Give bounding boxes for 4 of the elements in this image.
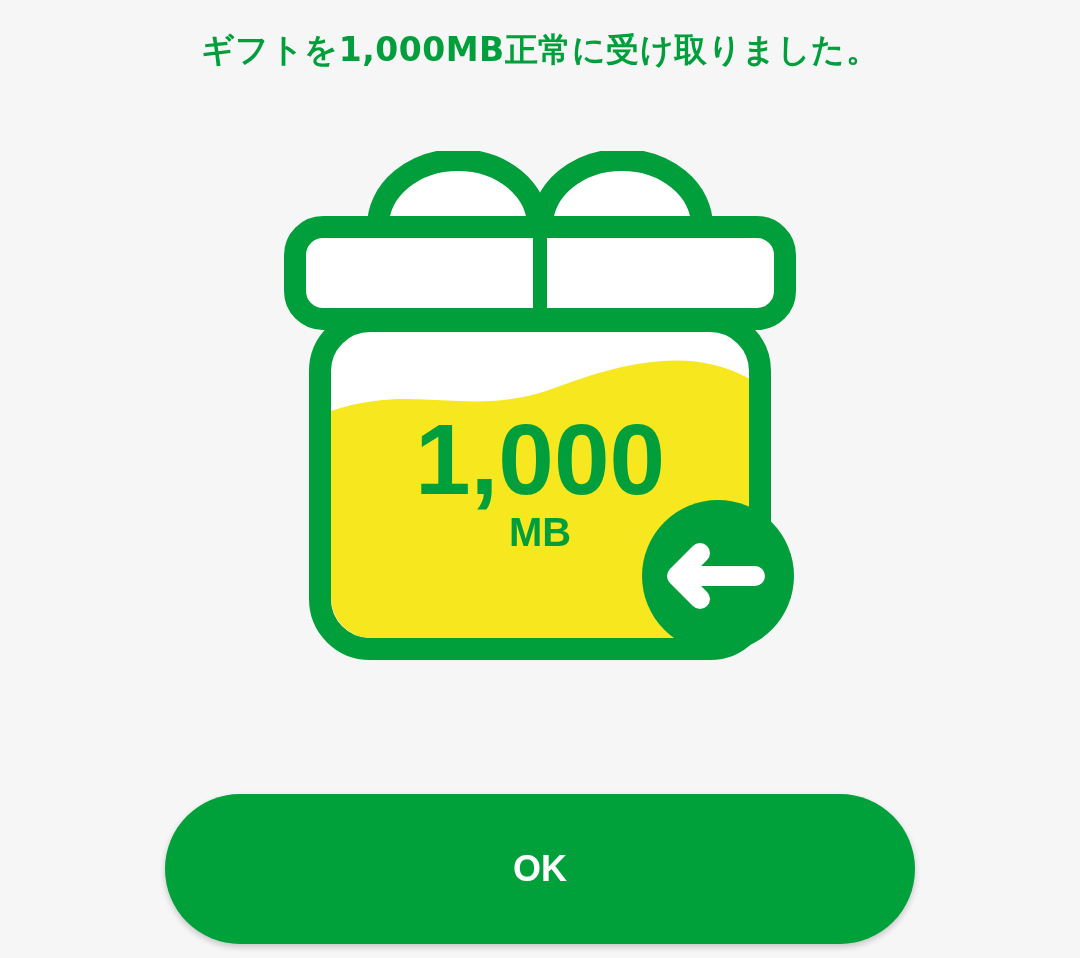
gift-amount: 1,000 (414, 409, 666, 509)
gift-unit: MB (508, 510, 572, 555)
ok-button[interactable]: OK (165, 794, 915, 944)
success-message: ギフトを1,000MB正常に受け取りました。 (200, 29, 880, 71)
